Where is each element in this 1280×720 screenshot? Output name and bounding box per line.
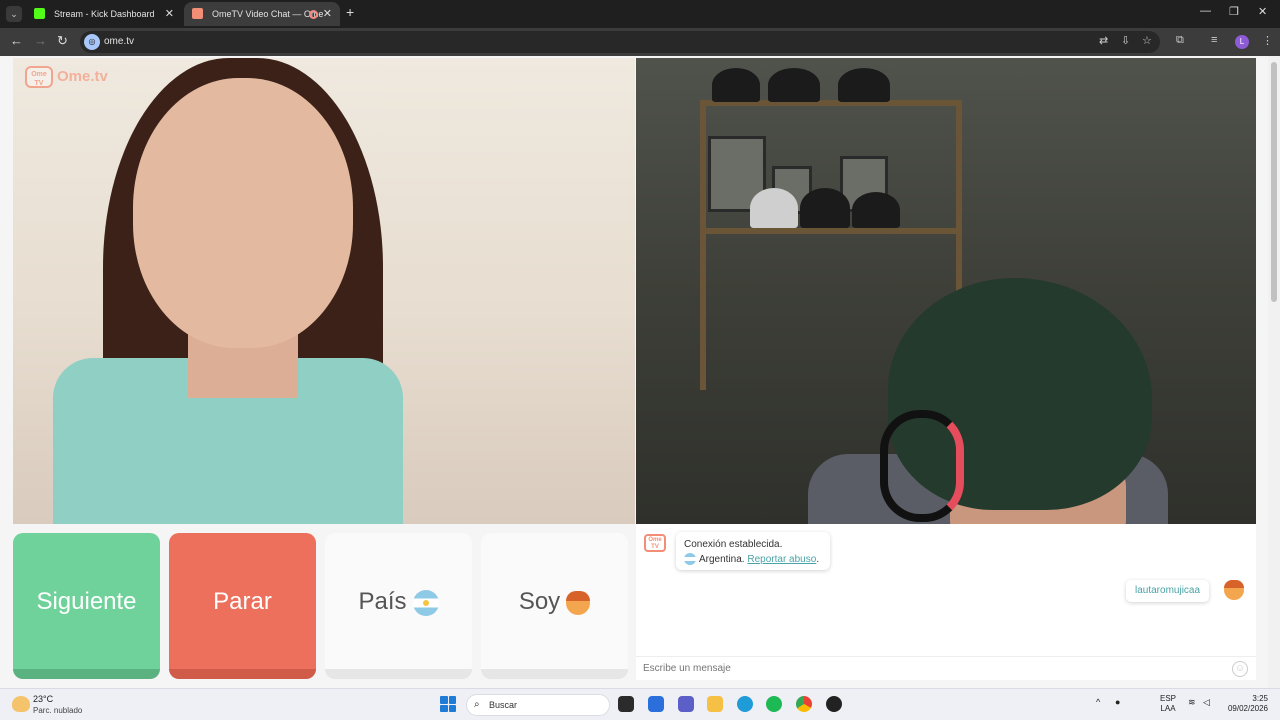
taskbar-search[interactable]: ⌕ Buscar <box>466 694 610 716</box>
url-text[interactable]: ome.tv <box>104 31 134 53</box>
scroll-thumb[interactable] <box>1271 62 1277 302</box>
clock-date: 09/02/2026 <box>1227 704 1268 713</box>
country-line: Argentina. Reportar abuso. <box>684 552 822 567</box>
tray-overflow-icon[interactable]: ^ <box>1096 697 1100 707</box>
video-content <box>750 188 798 228</box>
report-abuse-link[interactable]: Reportar abuso <box>747 554 816 565</box>
spotify-icon[interactable] <box>766 696 782 712</box>
omnibox[interactable]: ◎ ome.tv <box>80 31 1160 53</box>
country-name: Argentina. <box>699 554 745 565</box>
argentina-flag-icon <box>412 589 439 616</box>
start-button[interactable] <box>440 696 456 712</box>
back-icon[interactable]: ← <box>10 33 23 48</box>
gender-select-button[interactable]: Soy <box>481 533 628 679</box>
system-clock[interactable]: 3:25 09/02/2026 <box>1222 694 1268 714</box>
page-scrollbar[interactable] <box>1268 56 1280 688</box>
wifi-icon[interactable]: ≋ <box>1188 697 1196 708</box>
next-label: Siguiente <box>36 588 137 615</box>
tab-kick-dashboard[interactable]: Stream - Kick Dashboard ✕ <box>26 2 182 26</box>
recording-icon <box>309 10 318 19</box>
country-label: País <box>358 588 407 615</box>
taskbar: 23°C Parc. nublado ⌕ Buscar ^ ● ESP LAA … <box>0 688 1280 720</box>
close-icon[interactable]: ✕ <box>165 2 174 26</box>
site-info-icon[interactable]: ◎ <box>84 34 100 50</box>
language-indicator[interactable]: ESP LAA <box>1160 694 1176 714</box>
video-content <box>880 410 964 522</box>
edge-icon[interactable] <box>737 696 753 712</box>
window-close-icon[interactable]: ✕ <box>1258 5 1267 18</box>
keyboard-layout: LAA <box>1160 704 1176 713</box>
bookmark-star-icon[interactable]: ☆ <box>1142 34 1152 47</box>
weather-temperature: 23°C <box>33 694 54 704</box>
install-app-icon[interactable]: ⇩ <box>1121 34 1130 47</box>
ometv-logo-text: Ome.tv <box>57 68 108 85</box>
browser-tab-bar: ⌄ Stream - Kick Dashboard ✕ OmeTV Video … <box>0 0 1280 28</box>
username-bubble: lautaromujicaa <box>1126 580 1210 602</box>
ometv-chat-logo-icon: Ome TV <box>644 534 666 552</box>
search-label: Buscar <box>489 700 518 710</box>
gender-label: Soy <box>518 588 561 615</box>
search-icon: ⌕ <box>474 699 480 710</box>
translate-icon[interactable]: ⇄ <box>1099 34 1108 47</box>
clock-time: 3:25 <box>1252 694 1268 703</box>
video-content <box>852 192 900 228</box>
user-avatar-icon <box>1224 580 1244 600</box>
browser-menu-icon[interactable]: ⋮ <box>1262 34 1273 47</box>
task-view-icon[interactable] <box>618 696 634 712</box>
weather-icon[interactable] <box>12 696 30 712</box>
system-message: Conexión establecida. Argentina. Reporta… <box>676 532 830 570</box>
tab-label: Stream - Kick Dashboard <box>54 9 155 19</box>
tab-label: OmeTV Video Chat — Ome <box>212 9 324 19</box>
restore-icon[interactable]: ❐ <box>1229 5 1239 18</box>
video-content <box>800 188 850 228</box>
minimize-icon[interactable]: — <box>1200 5 1211 17</box>
video-content <box>133 78 353 348</box>
stop-label: Parar <box>213 588 272 615</box>
ometv-page: Ome TV Ome.tv Siguiente Parar País Soy O… <box>0 56 1280 688</box>
new-tab-icon[interactable]: + <box>346 4 354 20</box>
chat-panel: Ome TV Conexión establecida. Argentina. … <box>636 524 1256 680</box>
reload-icon[interactable]: ↻ <box>57 33 68 49</box>
outlook-icon[interactable] <box>648 696 664 712</box>
connection-status: Conexión establecida. <box>684 539 783 550</box>
boy-emoji-icon <box>566 590 591 615</box>
country-filter-button[interactable]: País <box>325 533 472 679</box>
video-content <box>712 68 760 102</box>
tab-ometv[interactable]: OmeTV Video Chat — Ome ✕ <box>184 2 340 26</box>
video-content <box>700 228 962 234</box>
file-explorer-icon[interactable] <box>707 696 723 712</box>
tray-app-icon[interactable]: ● <box>1115 697 1120 707</box>
lang-code: ESP <box>1160 694 1177 703</box>
ometv-logo-icon: Ome TV <box>25 66 53 88</box>
forward-icon[interactable]: → <box>34 33 47 48</box>
stranger-video: Ome TV Ome.tv <box>13 58 635 524</box>
profile-avatar[interactable]: L <box>1235 35 1249 49</box>
teams-icon[interactable] <box>678 696 694 712</box>
video-content <box>768 68 820 102</box>
obs-icon[interactable] <box>826 696 842 712</box>
emoji-picker-icon[interactable]: ☺ <box>1232 661 1248 677</box>
kick-icon <box>34 8 45 19</box>
message-input[interactable] <box>636 656 1256 680</box>
next-button[interactable]: Siguiente <box>13 533 160 679</box>
weather-description: Parc. nublado <box>33 706 83 715</box>
tab-search-icon[interactable]: ⌄ <box>6 6 22 22</box>
argentina-flag-icon <box>684 553 696 566</box>
ometv-icon <box>192 8 203 19</box>
media-control-icon[interactable]: ≡ <box>1211 34 1217 46</box>
address-bar-row: ← → ↻ ◎ ome.tv ⇄ ⇩ ☆ ⧉ ≡ L ⋮ <box>0 28 1280 56</box>
volume-icon[interactable]: ◁ <box>1203 697 1210 708</box>
video-content <box>700 100 706 390</box>
chrome-icon[interactable] <box>796 696 812 712</box>
video-content <box>838 68 890 102</box>
extensions-icon[interactable]: ⧉ <box>1176 34 1184 47</box>
close-icon[interactable]: ✕ <box>323 2 332 26</box>
stop-button[interactable]: Parar <box>169 533 316 679</box>
